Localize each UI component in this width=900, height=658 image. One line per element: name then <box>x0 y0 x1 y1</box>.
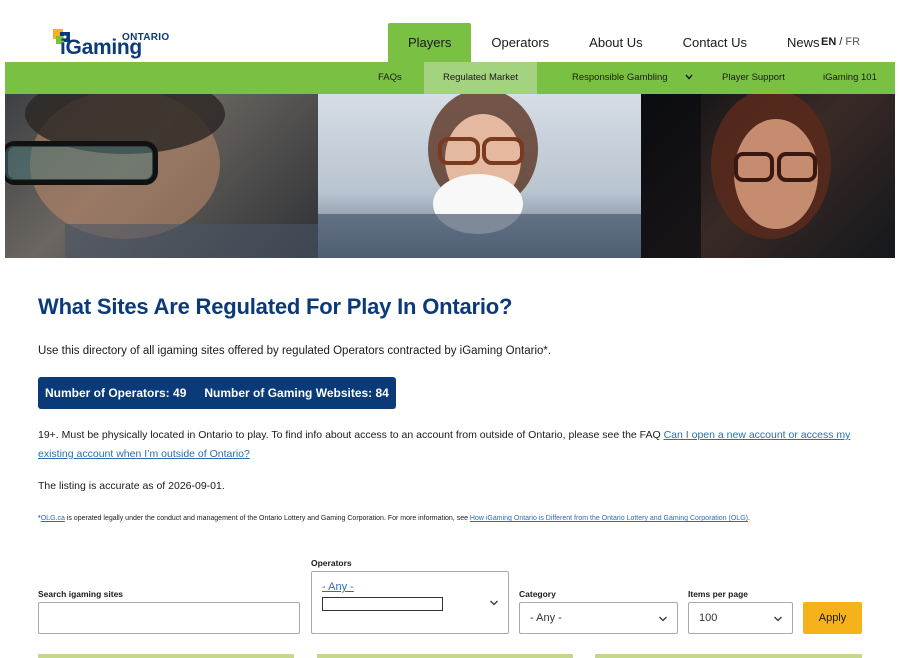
language-switcher: EN / FR <box>821 36 860 48</box>
igaming-ontario-logo[interactable]: ONTARIO iGaming <box>52 24 182 62</box>
category-select[interactable]: - Any - <box>519 602 678 634</box>
hero-image-woman-screen <box>641 94 895 258</box>
chevron-down-icon <box>659 616 667 622</box>
items-per-page-value: 100 <box>699 612 718 624</box>
logo-igaming-text: iGaming <box>60 36 142 59</box>
olg-link[interactable]: OLG.ca <box>41 515 65 522</box>
lang-en[interactable]: EN <box>821 36 836 48</box>
fine-print: *OLG.ca is operated legally under the co… <box>38 515 750 522</box>
nav-contact-us[interactable]: Contact Us <box>663 23 767 63</box>
search-label: Search igaming sites <box>38 589 124 599</box>
category-value: - Any - <box>530 612 562 624</box>
subnav-faqs[interactable]: FAQs <box>378 62 402 94</box>
chevron-down-icon <box>490 600 498 606</box>
lang-separator: / <box>839 36 843 48</box>
operators-any-option[interactable]: - Any - <box>322 581 354 593</box>
category-label: Category <box>519 589 556 599</box>
hero-image-woman-cup <box>318 94 641 258</box>
subnav-player-support[interactable]: Player Support <box>722 62 785 94</box>
page-title: What Sites Are Regulated For Play In Ont… <box>38 294 513 319</box>
operators-select[interactable]: - Any - <box>311 571 509 634</box>
items-per-page-select[interactable]: 100 <box>688 602 793 634</box>
search-input[interactable] <box>38 602 300 634</box>
nav-about-us[interactable]: About Us <box>569 23 662 63</box>
sub-navigation: FAQs Regulated Market Responsible Gambli… <box>5 62 895 94</box>
stats-badge: Number of Operators: 49 Number of Gaming… <box>38 377 396 409</box>
eligibility-notice: 19+. Must be physically located in Ontar… <box>38 426 868 464</box>
fine-mid: is operated legally under the conduct an… <box>64 515 470 522</box>
site-header: ONTARIO iGaming Players Operators About … <box>0 0 900 63</box>
websites-count: Number of Gaming Websites: 84 <box>204 386 389 400</box>
notice-text: 19+. Must be physically located in Ontar… <box>38 429 664 441</box>
subnav-regulated-market[interactable]: Regulated Market <box>424 62 537 94</box>
result-card-top-edge <box>317 654 573 658</box>
operators-count: Number of Operators: 49 <box>45 386 187 400</box>
operators-filter-input[interactable] <box>322 597 443 611</box>
subnav-igaming-101[interactable]: iGaming 101 <box>823 62 877 94</box>
fine-end: . <box>747 515 750 522</box>
chevron-down-icon[interactable] <box>684 72 694 82</box>
operators-label: Operators <box>311 558 352 568</box>
items-per-page-label: Items per page <box>688 589 748 599</box>
apply-button[interactable]: Apply <box>803 602 862 634</box>
subnav-responsible-gambling[interactable]: Responsible Gambling <box>572 62 668 94</box>
intro-text: Use this directory of all igaming sites … <box>38 345 552 357</box>
nav-players[interactable]: Players <box>388 23 472 63</box>
hero-image-man-glasses <box>5 94 318 258</box>
nav-operators[interactable]: Operators <box>471 23 569 63</box>
result-card-top-edge <box>595 654 862 658</box>
lang-fr[interactable]: FR <box>845 36 860 48</box>
chevron-down-icon <box>774 616 782 622</box>
olg-difference-link[interactable]: How iGaming Ontario is Different from th… <box>470 515 748 522</box>
main-navigation: Players Operators About Us Contact Us Ne… <box>388 23 839 63</box>
result-card-top-edge <box>38 654 294 658</box>
listing-date: The listing is accurate as of 2026-09-01… <box>38 480 225 492</box>
hero-banner <box>5 94 895 258</box>
